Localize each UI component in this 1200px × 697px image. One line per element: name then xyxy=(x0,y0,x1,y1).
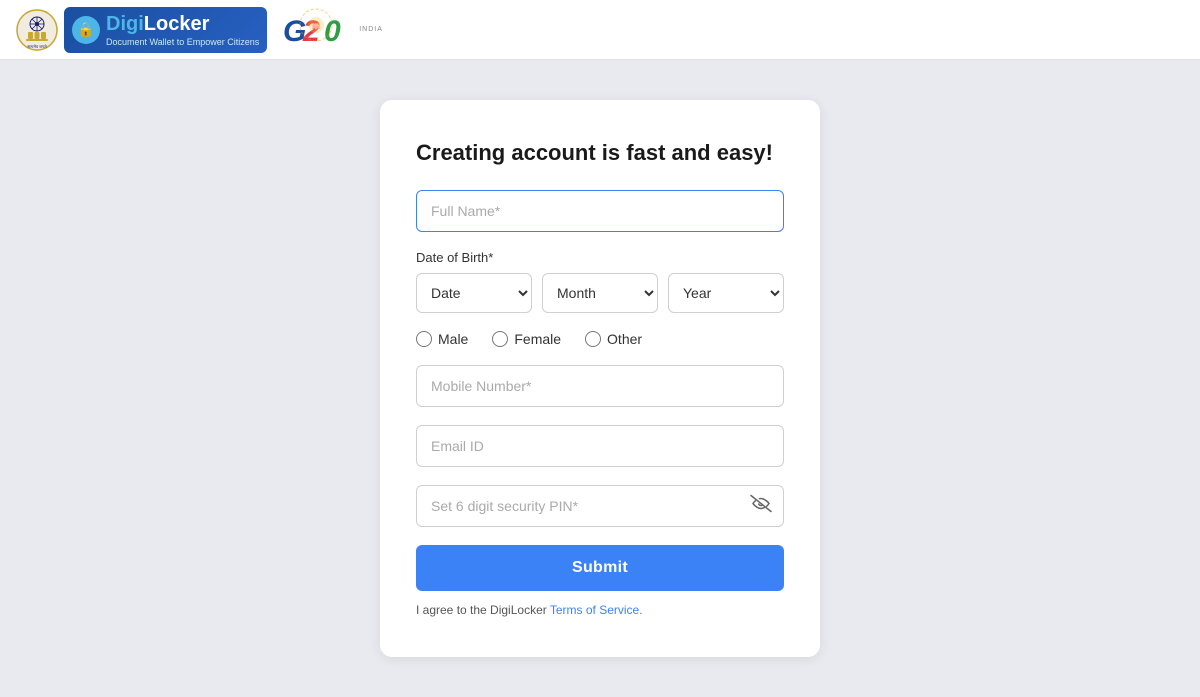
digilocker-logo: Digi Locker Document Wallet to Empower C… xyxy=(64,7,267,53)
svg-text:0: 0 xyxy=(324,15,341,48)
gender-female-option[interactable]: Female xyxy=(492,331,561,347)
app-header: सत्यमेव जयते Digi Locker Document Wallet… xyxy=(0,0,1200,60)
locker-label: Locker xyxy=(144,13,210,36)
g20-logo-icon: G 2 0 🪷 xyxy=(281,7,351,53)
security-pin-input[interactable] xyxy=(416,485,784,527)
digi-label: Digi xyxy=(106,13,144,36)
gender-other-label: Other xyxy=(607,331,642,347)
pin-wrapper xyxy=(416,485,784,527)
tos-link[interactable]: Terms of Service. xyxy=(550,603,643,617)
dob-date-select[interactable]: Date 1234 5678 9101112 13141516 17181920… xyxy=(416,273,532,313)
gender-other-option[interactable]: Other xyxy=(585,331,642,347)
form-title: Creating account is fast and easy! xyxy=(416,140,784,166)
gender-female-radio[interactable] xyxy=(492,331,508,347)
dob-year-select[interactable]: Year 2005200420032002 2001200019991998 1… xyxy=(668,273,784,313)
gender-group: Male Female Other xyxy=(416,331,784,347)
email-input[interactable] xyxy=(416,425,784,467)
signup-form-card: Creating account is fast and easy! Date … xyxy=(380,100,820,657)
full-name-input[interactable] xyxy=(416,190,784,232)
lock-icon xyxy=(72,16,100,44)
toggle-pin-visibility-icon[interactable] xyxy=(750,495,772,518)
digilocker-brand-text: Digi Locker Document Wallet to Empower C… xyxy=(106,13,259,47)
main-content: Creating account is fast and easy! Date … xyxy=(0,60,1200,697)
india-label: INDIA xyxy=(359,26,383,33)
gender-male-option[interactable]: Male xyxy=(416,331,468,347)
submit-button[interactable]: Submit xyxy=(416,545,784,591)
gender-male-label: Male xyxy=(438,331,468,347)
svg-text:सत्यमेव जयते: सत्यमेव जयते xyxy=(27,44,47,49)
app-tagline: Document Wallet to Empower Citizens xyxy=(106,38,259,47)
gender-male-radio[interactable] xyxy=(416,331,432,347)
gender-other-radio[interactable] xyxy=(585,331,601,347)
mobile-number-input[interactable] xyxy=(416,365,784,407)
dob-label: Date of Birth* xyxy=(416,250,784,265)
header-logo: सत्यमेव जयते Digi Locker Document Wallet… xyxy=(16,7,383,53)
gender-female-label: Female xyxy=(514,331,561,347)
g20-badge: G 2 0 🪷 INDIA xyxy=(281,7,383,53)
tos-text: I agree to the DigiLocker Terms of Servi… xyxy=(416,603,784,617)
dob-month-select[interactable]: Month JanuaryFebruaryMarch AprilMayJune … xyxy=(542,273,658,313)
ashoka-emblem-icon: सत्यमेव जयते xyxy=(16,9,58,51)
svg-text:🪷: 🪷 xyxy=(311,22,321,31)
dob-selects-group: Date 1234 5678 9101112 13141516 17181920… xyxy=(416,273,784,313)
